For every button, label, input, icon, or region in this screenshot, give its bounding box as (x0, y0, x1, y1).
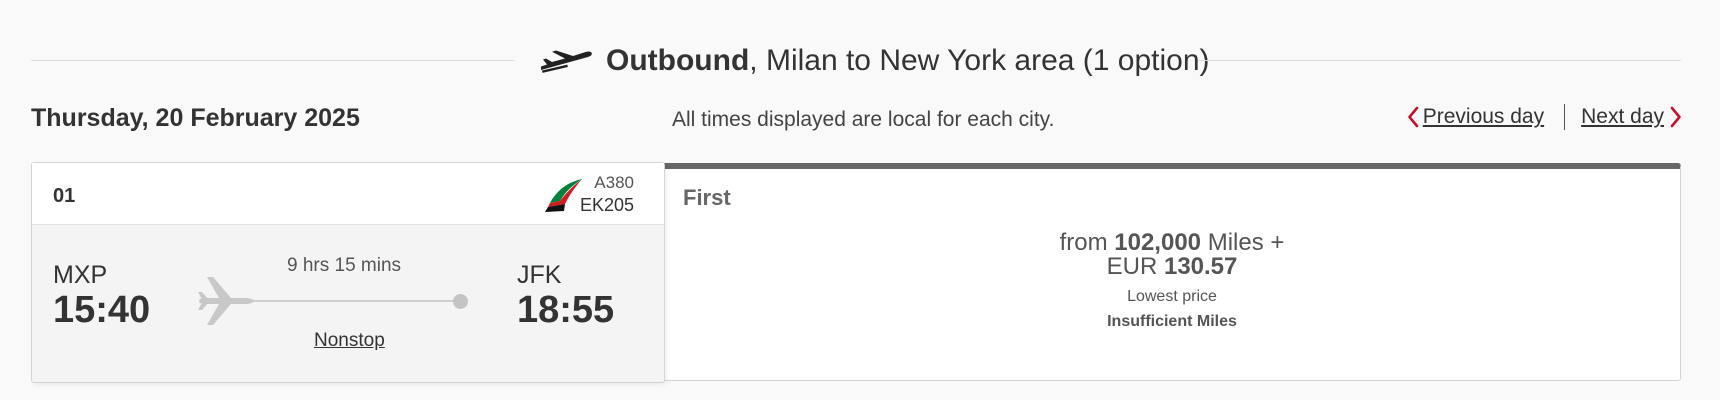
previous-day-link[interactable]: Previous day (1423, 105, 1544, 129)
flight-duration: 9 hrs 15 mins (287, 255, 402, 276)
header-divider-left (31, 60, 514, 61)
timezone-note: All times displayed are local for each c… (672, 108, 1055, 131)
day-navigation: Previous day Next day (1407, 104, 1682, 130)
route-label: , Milan to New York area (1 option) (749, 44, 1210, 77)
flight-number: EK205 (579, 195, 634, 215)
price-note: Lowest price (1127, 288, 1217, 305)
emirates-logo (545, 179, 582, 212)
option-number: 01 (53, 185, 76, 207)
cabin-class: First (683, 185, 731, 210)
arrival-time: 18:55 (517, 289, 615, 331)
direction-label: Outbound (606, 44, 750, 77)
departure-time: 15:40 (53, 289, 151, 331)
price-miles: 102,000 (1114, 229, 1202, 256)
miles-status: Insufficient Miles (1107, 313, 1237, 330)
plane-takeoff-icon (541, 50, 592, 73)
plane-icon (198, 277, 254, 325)
flight-date: Thursday, 20 February 2025 (31, 104, 360, 132)
next-day-link[interactable]: Next day (1581, 105, 1664, 129)
header-divider-right (1198, 60, 1681, 61)
stops-link[interactable]: Nonstop (314, 330, 385, 352)
section-header: Outbound, Milan to New York area (1 opti… (31, 36, 1681, 86)
nav-separator (1564, 104, 1566, 130)
flight-option-card[interactable]: 01 A380 EK205 MXP 15:40 9 hrs 15 mins No… (31, 162, 665, 383)
next-day-button[interactable]: Next day (1581, 105, 1682, 129)
aircraft-type: A380 (594, 173, 634, 192)
fare-panel-first[interactable]: First from 102,000 Miles + EUR 130.57 Lo… (663, 163, 1681, 381)
chevron-left-icon (1407, 106, 1419, 128)
previous-day-button[interactable]: Previous day (1407, 105, 1544, 129)
price-prefix: from (1059, 229, 1115, 256)
chevron-right-icon (1670, 106, 1681, 128)
section-title: Outbound, Milan to New York area (1 opti… (538, 42, 1210, 80)
flight-card-header: 01 A380 EK205 (32, 163, 664, 225)
destination-code: JFK (517, 261, 562, 289)
price-miles-suffix: Miles + (1201, 229, 1285, 256)
origin-code: MXP (53, 261, 108, 289)
route-end-dot (453, 294, 468, 309)
fare-price: from 102,000 Miles + EUR 130.57 (663, 231, 1681, 279)
price-currency: EUR (1106, 253, 1164, 280)
price-cash: 130.57 (1163, 253, 1238, 280)
route-line (248, 300, 460, 302)
